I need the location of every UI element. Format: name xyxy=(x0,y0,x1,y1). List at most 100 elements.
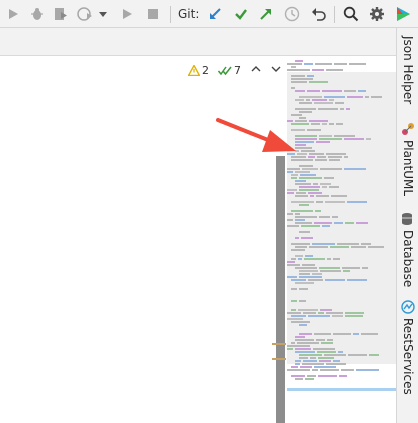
minimap-code-line xyxy=(291,243,310,245)
json-helper-tab[interactable]: Json Helper xyxy=(397,36,418,104)
minimap-code-line xyxy=(287,213,293,215)
minimap-code-line xyxy=(339,375,347,377)
minimap-code-line xyxy=(295,180,306,182)
minimap-code-line xyxy=(295,90,305,92)
plugin-icon[interactable] xyxy=(394,5,412,23)
minimap-code-line xyxy=(336,123,343,125)
minimap-code-line xyxy=(321,342,333,344)
minimap-code-line xyxy=(327,258,331,260)
minimap-code-line xyxy=(291,258,296,260)
minimap-code-line xyxy=(291,129,305,131)
minimap-code-line xyxy=(297,342,319,344)
minimap-code-line xyxy=(287,312,301,314)
minimap-code-line xyxy=(361,243,371,245)
database-icon xyxy=(402,213,412,225)
warnings-count: 2 xyxy=(202,63,209,77)
minimap-code-line xyxy=(330,246,349,248)
minimap-code-line xyxy=(347,96,363,98)
minimap-code-line xyxy=(297,153,307,155)
minimap-code-line xyxy=(319,360,331,362)
minimap-code-line xyxy=(291,177,297,179)
minimap-code-line xyxy=(356,222,368,224)
minimap-code-line xyxy=(371,96,382,98)
minimap-code-line xyxy=(295,216,317,218)
minimap-code-line xyxy=(291,288,297,290)
restservices-icon xyxy=(401,300,415,314)
minimap-code-line xyxy=(320,270,341,272)
inspection-warnings[interactable]: 2 xyxy=(188,63,209,77)
minimap-code-line xyxy=(345,312,364,314)
minimap-code-line xyxy=(314,366,336,368)
minimap-code-line xyxy=(338,351,343,353)
minimap-code-line xyxy=(295,171,310,173)
code-minimap[interactable] xyxy=(287,56,396,423)
minimap-code-line xyxy=(316,339,325,341)
next-highlight-icon[interactable] xyxy=(269,62,283,76)
minimap-code-line xyxy=(299,324,307,326)
minimap-code-line xyxy=(366,138,371,140)
debug-icon[interactable] xyxy=(28,5,46,23)
plantuml-tab[interactable]: PlantUML xyxy=(397,122,418,196)
run-icon[interactable] xyxy=(4,5,22,23)
minimap-code-line xyxy=(309,153,324,155)
update-project-icon[interactable] xyxy=(206,5,224,23)
minimap-code-line xyxy=(319,216,330,218)
minimap-code-line xyxy=(326,153,346,155)
minimap-code-line xyxy=(322,186,327,188)
commit-icon[interactable] xyxy=(232,5,250,23)
minimap-code-line xyxy=(306,99,310,101)
minimap-code-line xyxy=(353,333,359,335)
minimap-code-line xyxy=(341,369,354,371)
minimap-code-line xyxy=(291,78,313,80)
minimap-code-line xyxy=(310,357,316,359)
minimap-code-line xyxy=(332,315,343,317)
minimap-code-line xyxy=(318,108,338,110)
previous-highlight-icon[interactable] xyxy=(249,62,263,76)
minimap-code-line xyxy=(295,144,306,146)
restservices-tab[interactable]: RestServices xyxy=(397,300,418,395)
minimap-code-line xyxy=(302,168,318,170)
minimap-code-line xyxy=(312,69,324,71)
minimap-code-line xyxy=(309,120,328,122)
inspection-checks[interactable]: 7 xyxy=(218,63,241,77)
push-icon[interactable] xyxy=(257,5,275,23)
minimap-code-line xyxy=(346,108,350,110)
history-icon[interactable] xyxy=(283,5,301,23)
minimap-code-line xyxy=(324,177,334,179)
stop-icon[interactable] xyxy=(144,5,162,23)
editor-scrollbar[interactable] xyxy=(276,156,285,423)
toolbar-separator xyxy=(170,6,171,23)
minimap-code-line xyxy=(347,201,367,203)
minimap-code-line xyxy=(318,312,324,314)
database-tab[interactable]: Database xyxy=(397,212,418,287)
minimap-bottom-highlight xyxy=(287,388,396,391)
dropdown-arrow-icon[interactable] xyxy=(97,5,109,23)
double-check-icon xyxy=(218,66,232,75)
minimap-code-line xyxy=(326,69,343,71)
restservices-label: RestServices xyxy=(401,318,415,395)
minimap-code-line xyxy=(320,183,331,185)
editor-tab-strip xyxy=(0,28,396,56)
minimap-code-line xyxy=(301,237,313,239)
minimap-code-line xyxy=(291,159,313,161)
search-icon[interactable] xyxy=(342,5,360,23)
right-tool-window-bar: Json Helper PlantUML Database RestServic… xyxy=(396,28,418,423)
minimap-code-line xyxy=(295,99,304,101)
run-with-coverage-icon[interactable] xyxy=(52,5,70,23)
settings-icon[interactable] xyxy=(368,5,386,23)
minimap-code-line xyxy=(309,246,328,248)
minimap-code-line xyxy=(299,300,306,302)
rollback-icon[interactable] xyxy=(310,5,328,23)
minimap-code-line xyxy=(312,273,322,275)
minimap-code-line xyxy=(319,138,342,140)
resume-icon[interactable] xyxy=(118,5,136,23)
minimap-code-line xyxy=(295,351,315,353)
minimap-code-line xyxy=(316,201,323,203)
minimap-code-line xyxy=(324,354,346,356)
profile-icon[interactable] xyxy=(76,5,94,23)
minimap-code-line xyxy=(337,243,359,245)
minimap-code-line xyxy=(361,333,378,335)
minimap-code-line xyxy=(314,333,331,335)
minimap-code-line xyxy=(299,354,322,356)
minimap-code-line xyxy=(347,279,367,281)
